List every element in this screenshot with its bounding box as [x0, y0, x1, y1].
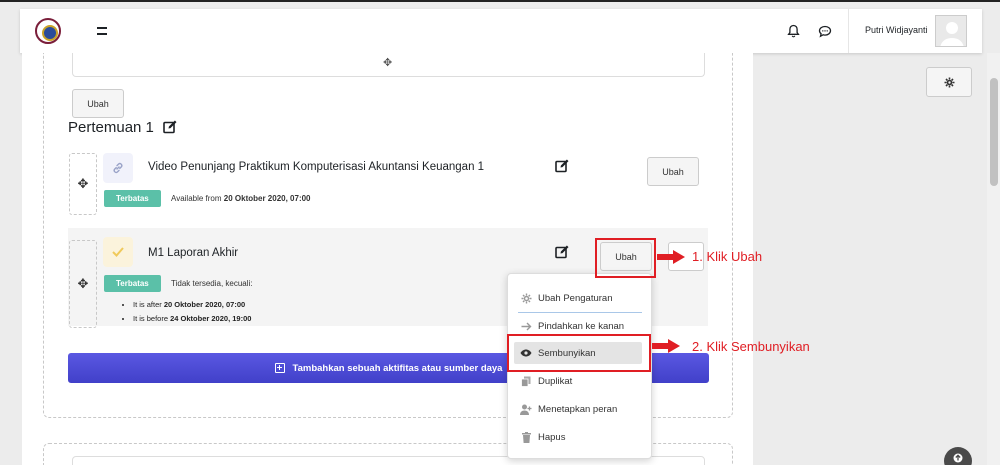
- window-top-line: [0, 0, 1000, 2]
- restriction-condition: It is after 20 Oktober 2020, 07:00: [133, 300, 251, 309]
- gear-icon: [944, 77, 954, 87]
- assignment-check-icon: [103, 237, 133, 267]
- plus-square-icon: [274, 363, 285, 373]
- availability-prefix: Available from: [171, 194, 222, 203]
- top-navbar: Putri Widjayanti: [20, 9, 982, 53]
- edit-title-icon[interactable]: [163, 120, 177, 139]
- back-to-top-button[interactable]: [944, 447, 972, 465]
- section-title: Pertemuan 1: [68, 119, 154, 136]
- settings-gear-button[interactable]: [926, 67, 972, 97]
- arrow-right-icon: [652, 339, 680, 353]
- drag-handle-icon[interactable]: ✥: [69, 240, 97, 328]
- edit-activity-icon[interactable]: [555, 245, 569, 264]
- restricted-badge: Terbatas: [104, 190, 161, 207]
- gear-icon: [514, 293, 538, 304]
- availability-date: 20 Oktober 2020, 07:00: [223, 194, 311, 203]
- trash-icon: [514, 431, 538, 443]
- availability-text: Tidak tersedia, kecuali:: [171, 279, 253, 288]
- avatar[interactable]: [935, 15, 967, 47]
- move-icon[interactable]: ✥: [383, 56, 392, 69]
- highlight-box-edit: [595, 238, 656, 278]
- scrollbar-thumb[interactable]: [990, 78, 998, 186]
- arrow-right-icon: [657, 250, 685, 264]
- chat-icon[interactable]: [815, 21, 835, 41]
- menu-item-delete[interactable]: Hapus: [514, 426, 642, 448]
- menu-item-label: Menetapkan peran: [538, 403, 618, 415]
- annotation-step-1: 1. Klik Ubah: [692, 249, 763, 264]
- edit-activity-icon[interactable]: [555, 159, 569, 178]
- user-role-icon: [514, 404, 538, 415]
- arrow-right-icon: [514, 322, 538, 331]
- restricted-badge: Terbatas: [104, 275, 161, 292]
- annotation-step-2: 2. Klik Sembunyikan: [692, 339, 810, 354]
- link-icon: [103, 153, 133, 183]
- copy-icon: [514, 376, 538, 387]
- add-activity-label: Tambahkan sebuah aktifitas atau sumber d…: [292, 362, 503, 374]
- menu-toggle-icon[interactable]: [97, 27, 107, 35]
- menu-item-label: Duplikat: [538, 375, 573, 387]
- user-name[interactable]: Putri Widjayanti: [865, 25, 928, 35]
- menu-item-duplicate[interactable]: Duplikat: [514, 370, 642, 392]
- activity-name[interactable]: M1 Laporan Akhir: [148, 247, 238, 259]
- menu-divider: [518, 312, 642, 313]
- restriction-list: It is after 20 Oktober 2020, 07:00 It is…: [123, 300, 251, 328]
- arrow-up-icon: [953, 453, 963, 463]
- activity-row: ✥ Video Penunjang Praktikum Komputerisas…: [68, 150, 708, 215]
- menu-item-label: Pindahkan ke kanan: [538, 320, 625, 332]
- activity-name[interactable]: Video Penunjang Praktikum Komputerisasi …: [148, 161, 484, 173]
- menu-item-edit-settings[interactable]: Ubah Pengaturan: [514, 287, 642, 309]
- menu-item-label: Hapus: [538, 431, 566, 443]
- bell-icon[interactable]: [783, 21, 803, 41]
- activity-edit-button[interactable]: Ubah: [647, 157, 699, 186]
- drag-handle-icon[interactable]: ✥: [69, 153, 97, 215]
- section-edit-button[interactable]: Ubah: [72, 89, 124, 118]
- menu-item-assign-roles[interactable]: Menetapkan peran: [514, 398, 642, 420]
- restriction-condition: It is before 24 Oktober 2020, 19:00: [133, 314, 251, 323]
- availability-text: Available from 20 Oktober 2020, 07:00: [171, 194, 311, 203]
- highlight-box-hide: [507, 334, 651, 372]
- menu-item-label: Ubah Pengaturan: [538, 292, 613, 304]
- site-logo[interactable]: [35, 18, 61, 44]
- user-menu-divider: [848, 9, 849, 53]
